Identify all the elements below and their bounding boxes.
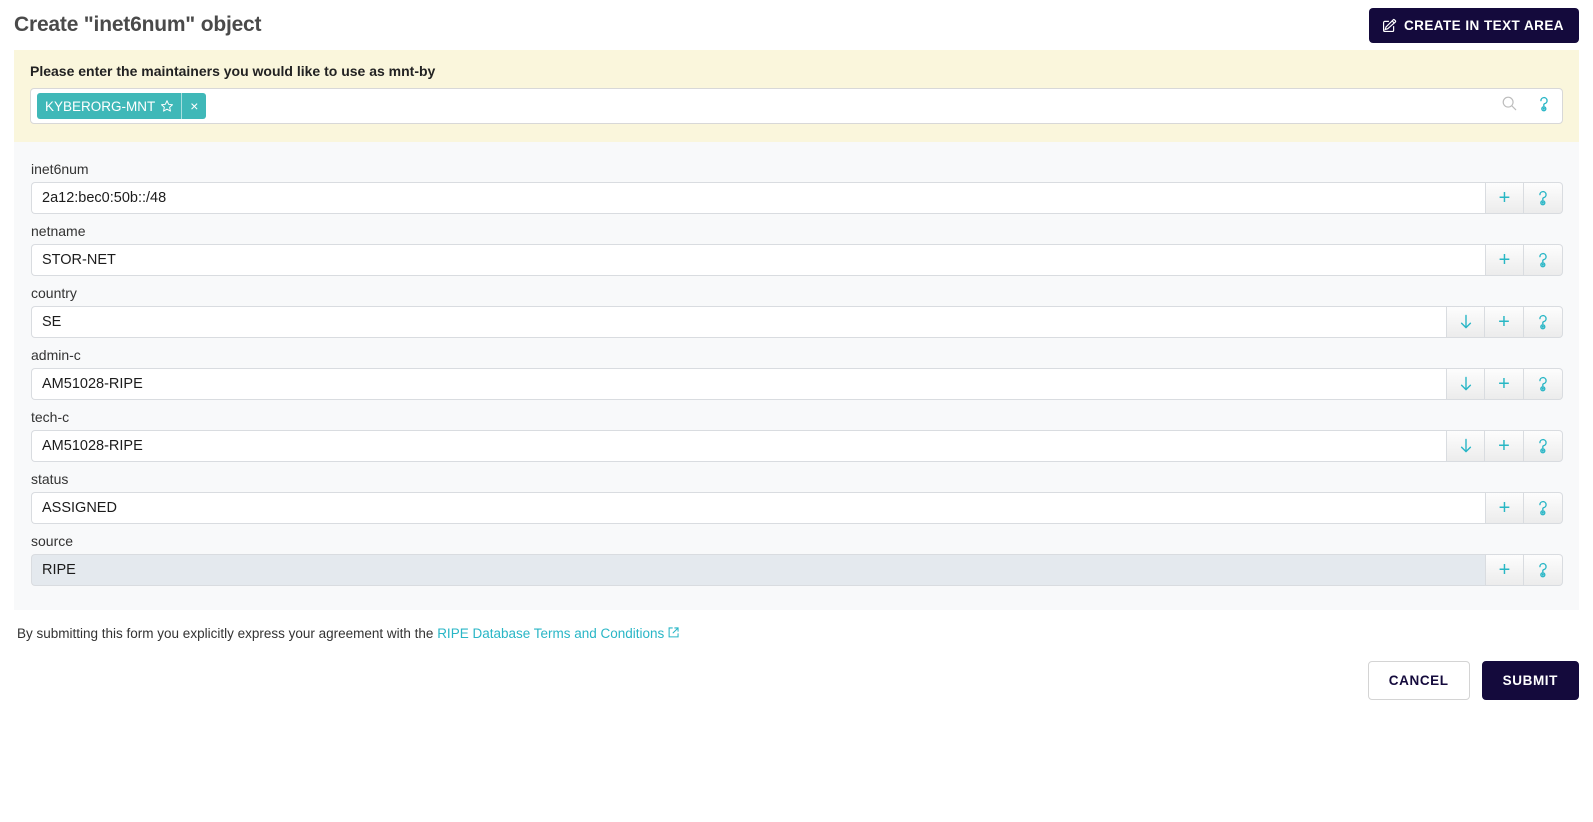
star-icon[interactable] — [158, 99, 181, 113]
attribute-row: tech-c + — [14, 400, 1579, 462]
attribute-row: netname + — [14, 214, 1579, 276]
attribute-row: status + — [14, 462, 1579, 524]
help-icon[interactable] — [1524, 244, 1563, 276]
attribute-row: inet6num + — [14, 152, 1579, 214]
ripe-terms-link-label: RIPE Database Terms and Conditions — [437, 626, 665, 641]
help-icon[interactable] — [1524, 306, 1563, 338]
attribute-label: status — [31, 471, 69, 487]
attribute-input-line: + — [14, 492, 1579, 524]
external-link-icon — [664, 626, 680, 641]
add-attribute-button[interactable]: + — [1485, 554, 1524, 586]
form-actions: CANCEL SUBMIT — [14, 661, 1579, 700]
maintainer-chip-remove-button[interactable]: × — [181, 93, 206, 119]
help-icon[interactable] — [1524, 430, 1563, 462]
attribute-input-line: + — [14, 554, 1579, 586]
terms-agreement-line: By submitting this form you explicitly e… — [14, 626, 1579, 641]
plus-icon: + — [1498, 435, 1510, 457]
attribute-label: tech-c — [31, 409, 70, 425]
plus-icon: + — [1498, 311, 1510, 333]
plus-icon: + — [1498, 249, 1511, 271]
add-attribute-button[interactable]: + — [1485, 306, 1524, 338]
arrow-down-icon[interactable] — [1446, 430, 1485, 462]
arrow-down-icon[interactable] — [1446, 306, 1485, 338]
search-icon[interactable] — [1501, 95, 1518, 117]
attribute-input-line: + — [14, 430, 1579, 462]
attribute-input-line: + — [14, 368, 1579, 400]
attribute-input-admin-c[interactable] — [31, 368, 1446, 400]
help-icon[interactable] — [1524, 492, 1563, 524]
help-icon[interactable] — [1524, 182, 1563, 214]
help-icon[interactable] — [1536, 95, 1552, 118]
attribute-label: country — [31, 285, 77, 301]
attribute-input-netname[interactable] — [31, 244, 1485, 276]
maintainer-chip[interactable]: KYBERORG-MNT × — [37, 93, 207, 119]
add-attribute-button[interactable]: + — [1485, 430, 1524, 462]
plus-icon: + — [1498, 559, 1511, 581]
maintainer-prompt: Please enter the maintainers you would l… — [30, 63, 436, 79]
help-icon[interactable] — [1524, 554, 1563, 586]
page-title: Create "inet6num" object — [14, 13, 262, 36]
attribute-label: netname — [31, 223, 86, 239]
attribute-row: source + — [14, 524, 1579, 586]
plus-icon: + — [1498, 373, 1510, 395]
plus-icon: + — [1498, 497, 1511, 519]
plus-icon: + — [1498, 187, 1511, 209]
attribute-input-inet6num[interactable] — [31, 182, 1485, 214]
terms-prefix-text: By submitting this form you explicitly e… — [17, 626, 438, 641]
create-in-text-area-button[interactable]: CREATE IN TEXT AREA — [1368, 7, 1579, 43]
attribute-label: source — [31, 533, 74, 549]
attribute-input-source[interactable] — [31, 554, 1485, 586]
attribute-input-line: + — [14, 244, 1579, 276]
attribute-input-country[interactable] — [31, 306, 1446, 338]
attribute-form-panel: inet6num + netname + country + admin-c + tech-c +… — [14, 142, 1579, 610]
create-in-text-area-label: CREATE IN TEXT AREA — [1403, 17, 1564, 33]
add-attribute-button[interactable]: + — [1485, 368, 1524, 400]
attribute-row: country + — [14, 276, 1579, 338]
attribute-row: admin-c + — [14, 338, 1579, 400]
arrow-down-icon[interactable] — [1446, 368, 1485, 400]
attribute-label: admin-c — [31, 347, 81, 363]
attribute-input-status[interactable] — [31, 492, 1485, 524]
ripe-terms-link[interactable]: RIPE Database Terms and Conditions — [437, 626, 680, 641]
add-attribute-button[interactable]: + — [1485, 244, 1524, 276]
add-attribute-button[interactable]: + — [1485, 492, 1524, 524]
maintainer-section: Please enter the maintainers you would l… — [14, 50, 1579, 142]
add-attribute-button[interactable]: + — [1485, 182, 1524, 214]
cancel-button[interactable]: CANCEL — [1367, 661, 1470, 700]
attribute-input-tech-c[interactable] — [31, 430, 1446, 462]
page-header: Create "inet6num" object CREATE IN TEXT … — [0, 0, 1593, 50]
maintainer-chip-label: KYBERORG-MNT — [45, 98, 156, 114]
attribute-label: inet6num — [31, 161, 89, 177]
submit-button[interactable]: SUBMIT — [1481, 661, 1579, 700]
help-icon[interactable] — [1524, 368, 1563, 400]
attribute-input-line: + — [14, 306, 1579, 338]
maintainer-input-icons — [1501, 89, 1552, 123]
edit-icon — [1382, 18, 1397, 33]
maintainer-input-wrapper[interactable]: KYBERORG-MNT × — [30, 88, 1563, 124]
attribute-input-line: + — [14, 182, 1579, 214]
